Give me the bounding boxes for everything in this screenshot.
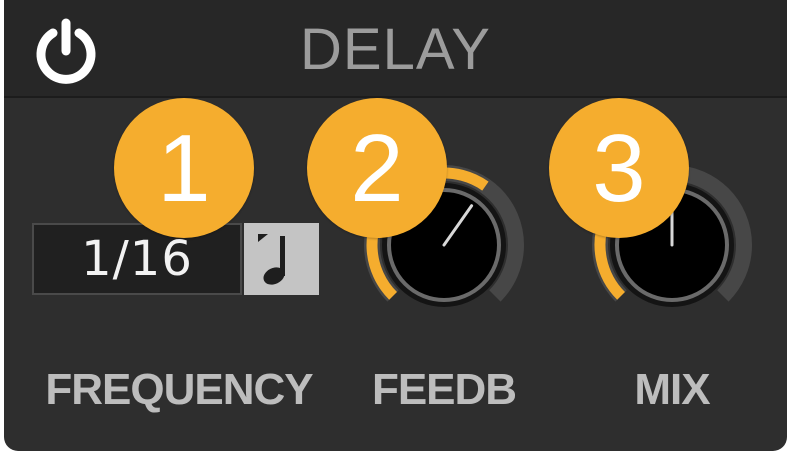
feedback-label: FEEDB: [371, 365, 517, 414]
module-title: DELAY: [300, 17, 491, 82]
mix-label: MIX: [634, 365, 710, 414]
delay-module-panel: DELAY 1/16 FREQUENCY FEEDB MIX 1 2 3: [4, 0, 787, 451]
module-header: DELAY: [4, 0, 787, 98]
quarter-note-icon: [258, 234, 285, 285]
frequency-value-field[interactable]: 1/16: [32, 223, 242, 295]
callout-badge-3: 3: [549, 98, 689, 238]
callout-badge-1: 1: [114, 98, 254, 238]
callout-badge-2: 2: [307, 98, 447, 238]
tempo-sync-button[interactable]: [244, 223, 319, 295]
frequency-label: FREQUENCY: [45, 365, 313, 414]
